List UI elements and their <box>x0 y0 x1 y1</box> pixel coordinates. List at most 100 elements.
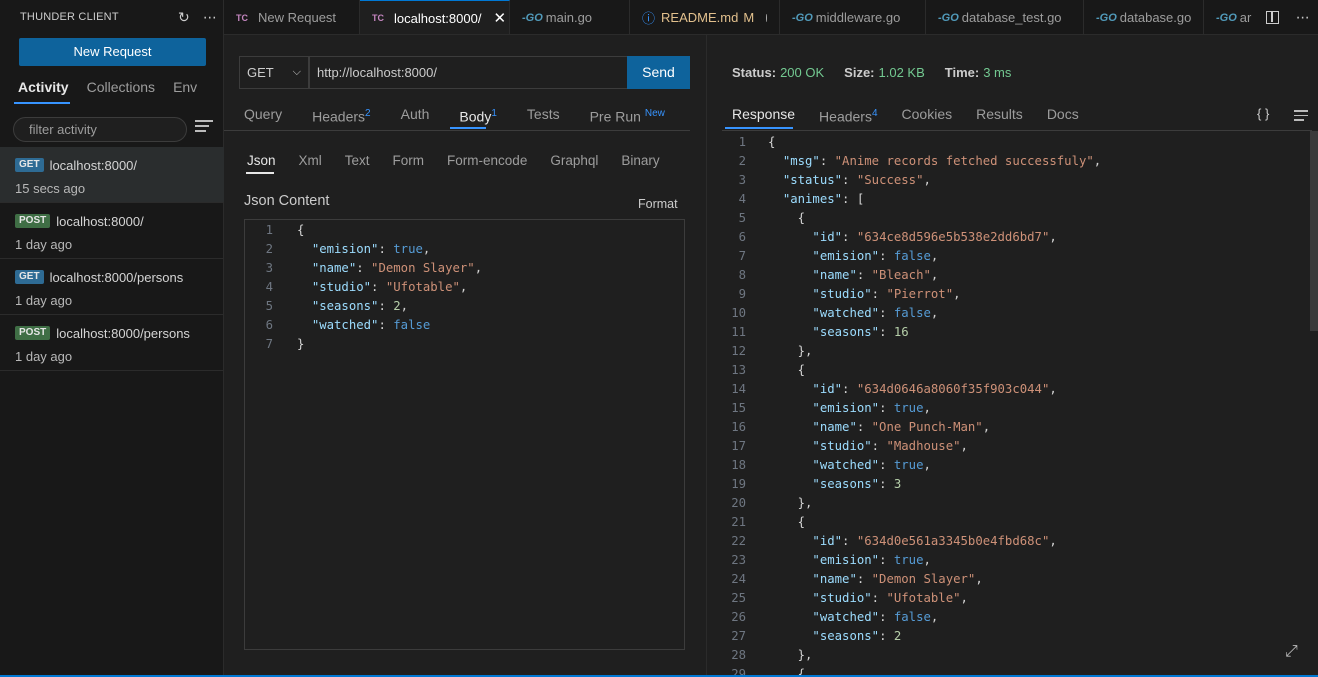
new-badge: New <box>644 108 665 119</box>
tab-body[interactable]: Body1 <box>439 101 506 129</box>
active-tab-indicator <box>450 127 486 129</box>
tab-docs[interactable]: Docs <box>1037 101 1079 129</box>
tab-cookies[interactable]: Cookies <box>892 101 953 129</box>
editor-tab[interactable]: -GO main.go <box>510 0 630 34</box>
tab-auth[interactable]: Auth <box>381 101 440 129</box>
send-button[interactable]: Send <box>627 56 690 89</box>
more-actions-icon[interactable]: ⋯ <box>197 9 223 26</box>
tab-activity[interactable]: Activity <box>0 74 69 104</box>
editor-tab[interactable]: -GO middleware.go <box>780 0 926 34</box>
tab-results[interactable]: Results <box>966 101 1023 129</box>
tab-label: Headers <box>312 108 366 125</box>
chevron-down-icon: ⌵ <box>292 66 301 78</box>
format-button[interactable]: Format <box>638 197 678 211</box>
filter-activity-input[interactable]: filter activity <box>13 117 187 142</box>
tab-collections[interactable]: Collections <box>69 74 155 104</box>
code-line: 27 "seasons": 2 <box>731 629 902 643</box>
modified-status: M <box>743 10 755 25</box>
editor-tab-label: localhost:8000/ <box>394 10 482 26</box>
tab-response-headers[interactable]: Headers4 <box>809 101 877 129</box>
scrollbar[interactable] <box>1310 131 1318 331</box>
editor-actions: ⋯ <box>1258 0 1318 34</box>
code-line: 4 "studio": "Ufotable", <box>265 280 468 294</box>
activity-url: localhost:8000/ <box>56 213 144 229</box>
editor-tab[interactable]: TC New Request <box>224 0 360 34</box>
more-actions-icon[interactable]: ⋯ <box>1296 9 1310 26</box>
filter-menu-icon[interactable] <box>195 120 213 138</box>
editor-tab[interactable]: ⓘ README.md M <box>630 0 780 34</box>
tab-graphql[interactable]: Graphql <box>527 151 598 175</box>
go-file-icon: -GO <box>522 11 543 24</box>
tab-text[interactable]: Text <box>322 151 370 175</box>
tab-label: Headers <box>819 108 872 125</box>
code-line: 5 "seasons": 2, <box>265 299 409 313</box>
tab-xml[interactable]: Xml <box>276 151 322 175</box>
tab-query[interactable]: Query <box>224 101 292 129</box>
response-body-viewer[interactable]: 1{2 "msg": "Anime records fetched succes… <box>722 132 1302 677</box>
code-line: 6 "watched": false <box>265 318 431 332</box>
code-line: 11 "seasons": 16 <box>731 325 909 339</box>
tab-headers[interactable]: Headers2 <box>292 101 380 129</box>
method-badge: GET <box>15 270 44 284</box>
unsaved-dot-icon[interactable] <box>766 13 767 22</box>
code-line: 26 "watched": false, <box>731 610 939 624</box>
active-tab-indicator <box>725 127 793 129</box>
code-line: 28 }, <box>731 648 813 662</box>
request-pane: GET ⌵ http://localhost:8000/ Send Query … <box>224 35 706 677</box>
new-request-button[interactable]: New Request <box>19 38 206 66</box>
refresh-icon[interactable]: ↻ <box>171 9 197 26</box>
editor-tab-label: main.go <box>545 10 593 25</box>
tab-prerun[interactable]: Pre Run New <box>570 101 675 129</box>
active-body-tab-indicator <box>246 172 274 174</box>
json-body-editor[interactable]: 1{2 "emision": true, 3 "name": "Demon Sla… <box>244 219 685 650</box>
braces-icon[interactable]: { } <box>1257 106 1269 121</box>
response-pane: Status: 200 OK Size: 1.02 KB Time: 3 ms … <box>707 35 1318 677</box>
thunder-client-icon: TC <box>236 12 248 23</box>
close-icon[interactable]: ✕ <box>493 9 506 27</box>
code-line: 9 "studio": "Pierrot", <box>738 287 961 301</box>
headers-count: 2 <box>365 108 371 119</box>
code-line: 14 "id": "634d0646a8060f35f903c044", <box>731 382 1057 396</box>
menu-icon[interactable] <box>1294 110 1308 124</box>
code-line: 20 }, <box>731 496 813 510</box>
activity-item[interactable]: GET localhost:8000/persons 1 day ago <box>0 259 224 315</box>
go-file-icon: -GO <box>938 11 959 24</box>
url-input[interactable]: http://localhost:8000/ <box>309 56 628 89</box>
info-icon: ⓘ <box>642 11 656 26</box>
code-line: 25 "studio": "Ufotable", <box>731 591 968 605</box>
tab-response[interactable]: Response <box>722 101 795 129</box>
go-file-icon: -GO <box>1096 11 1117 24</box>
tab-label: Tests <box>526 106 560 122</box>
expand-icon[interactable]: ⤢ <box>1285 643 1298 661</box>
code-line: 3 "status": "Success", <box>738 173 931 187</box>
code-line: 15 "emision": true, <box>731 401 931 415</box>
activity-item[interactable]: GET localhost:8000/ 15 secs ago <box>0 147 224 203</box>
tab-form[interactable]: Form <box>370 151 425 175</box>
thunder-client-sidebar: THUNDER CLIENT ↻ ⋯ New Request Activity … <box>0 0 224 677</box>
response-tabs: Response Headers4 Cookies Results Docs <box>722 101 1312 131</box>
tab-form-encode[interactable]: Form-encode <box>424 151 527 175</box>
headers-count: 4 <box>871 108 878 119</box>
tab-tests[interactable]: Tests <box>507 101 570 129</box>
activity-item[interactable]: POST localhost:8000/ 1 day ago <box>0 203 224 259</box>
code-line: 17 "studio": "Madhouse", <box>731 439 968 453</box>
body-type-tabs: Json Xml Text Form Form-encode Graphql B… <box>224 151 690 175</box>
status-value: 200 OK <box>780 65 825 80</box>
activity-url: localhost:8000/persons <box>56 325 190 341</box>
editor-tab[interactable]: -GO database.go <box>1084 0 1204 34</box>
method-value: GET <box>247 65 274 80</box>
tab-label: Body <box>459 108 492 125</box>
editor-tab-label: New Request <box>258 10 337 25</box>
status-label: Status: <box>732 65 777 80</box>
split-editor-icon[interactable] <box>1266 11 1280 24</box>
editor-tab[interactable]: -GO database_test.go <box>926 0 1084 34</box>
code-line: 12 }, <box>731 344 813 358</box>
tab-binary[interactable]: Binary <box>598 151 659 175</box>
code-line: 10 "watched": false, <box>731 306 939 320</box>
activity-item[interactable]: POST localhost:8000/persons 1 day ago <box>0 315 224 371</box>
code-line: 2 "emision": true, <box>265 242 431 256</box>
editor-tab-active[interactable]: TC localhost:8000/ ✕ <box>360 0 510 34</box>
tab-env[interactable]: Env <box>155 74 197 104</box>
code-line: 24 "name": "Demon Slayer", <box>731 572 983 586</box>
method-select[interactable]: GET ⌵ <box>239 56 309 89</box>
